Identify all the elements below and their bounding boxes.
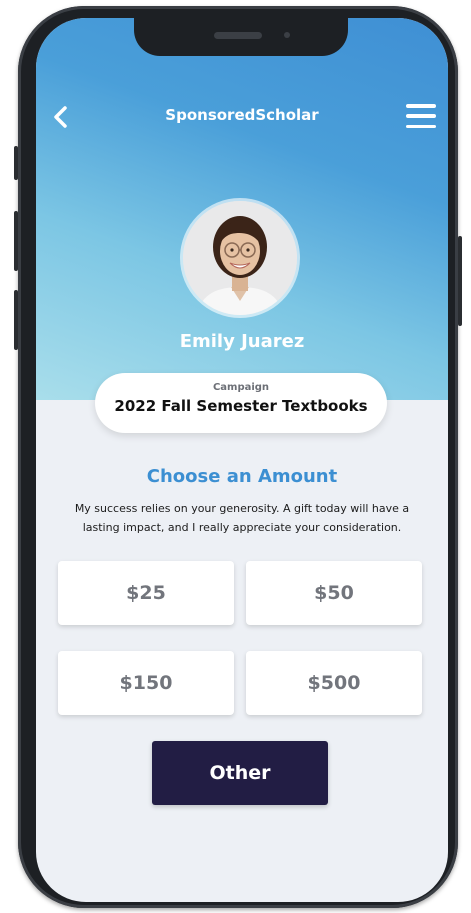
campaign-card: Campaign 2022 Fall Semester Textbooks	[95, 373, 387, 433]
menu-icon-bar	[406, 124, 436, 128]
menu-button[interactable]	[404, 102, 438, 130]
menu-icon-bar	[406, 114, 436, 118]
profile-photo	[183, 201, 297, 315]
amount-option-50[interactable]: $50	[246, 561, 422, 625]
campaign-name: 2022 Fall Semester Textbooks	[114, 397, 368, 415]
hamburger-menu-icon	[406, 104, 436, 108]
phone-screen: SponsoredScholar Emily Juarez Campaign 2…	[36, 18, 448, 902]
amount-option-25[interactable]: $25	[58, 561, 234, 625]
amount-option-500[interactable]: $500	[246, 651, 422, 715]
avatar	[183, 201, 297, 315]
student-name: Emily Juarez	[179, 331, 305, 352]
mute-switch	[14, 146, 18, 180]
campaign-label: Campaign	[212, 382, 270, 393]
notch	[134, 18, 348, 56]
power-button	[458, 236, 462, 326]
speaker-grille	[214, 32, 262, 39]
volume-down-button	[14, 290, 18, 350]
other-amount-button[interactable]: Other	[152, 741, 328, 805]
amount-option-150[interactable]: $150	[58, 651, 234, 715]
section-title: Choose an Amount	[146, 466, 338, 487]
app-title: SponsoredScholar	[165, 106, 319, 124]
front-camera	[284, 32, 290, 38]
section-description: My success relies on your generosity. A …	[74, 502, 410, 534]
volume-up-button	[14, 211, 18, 271]
